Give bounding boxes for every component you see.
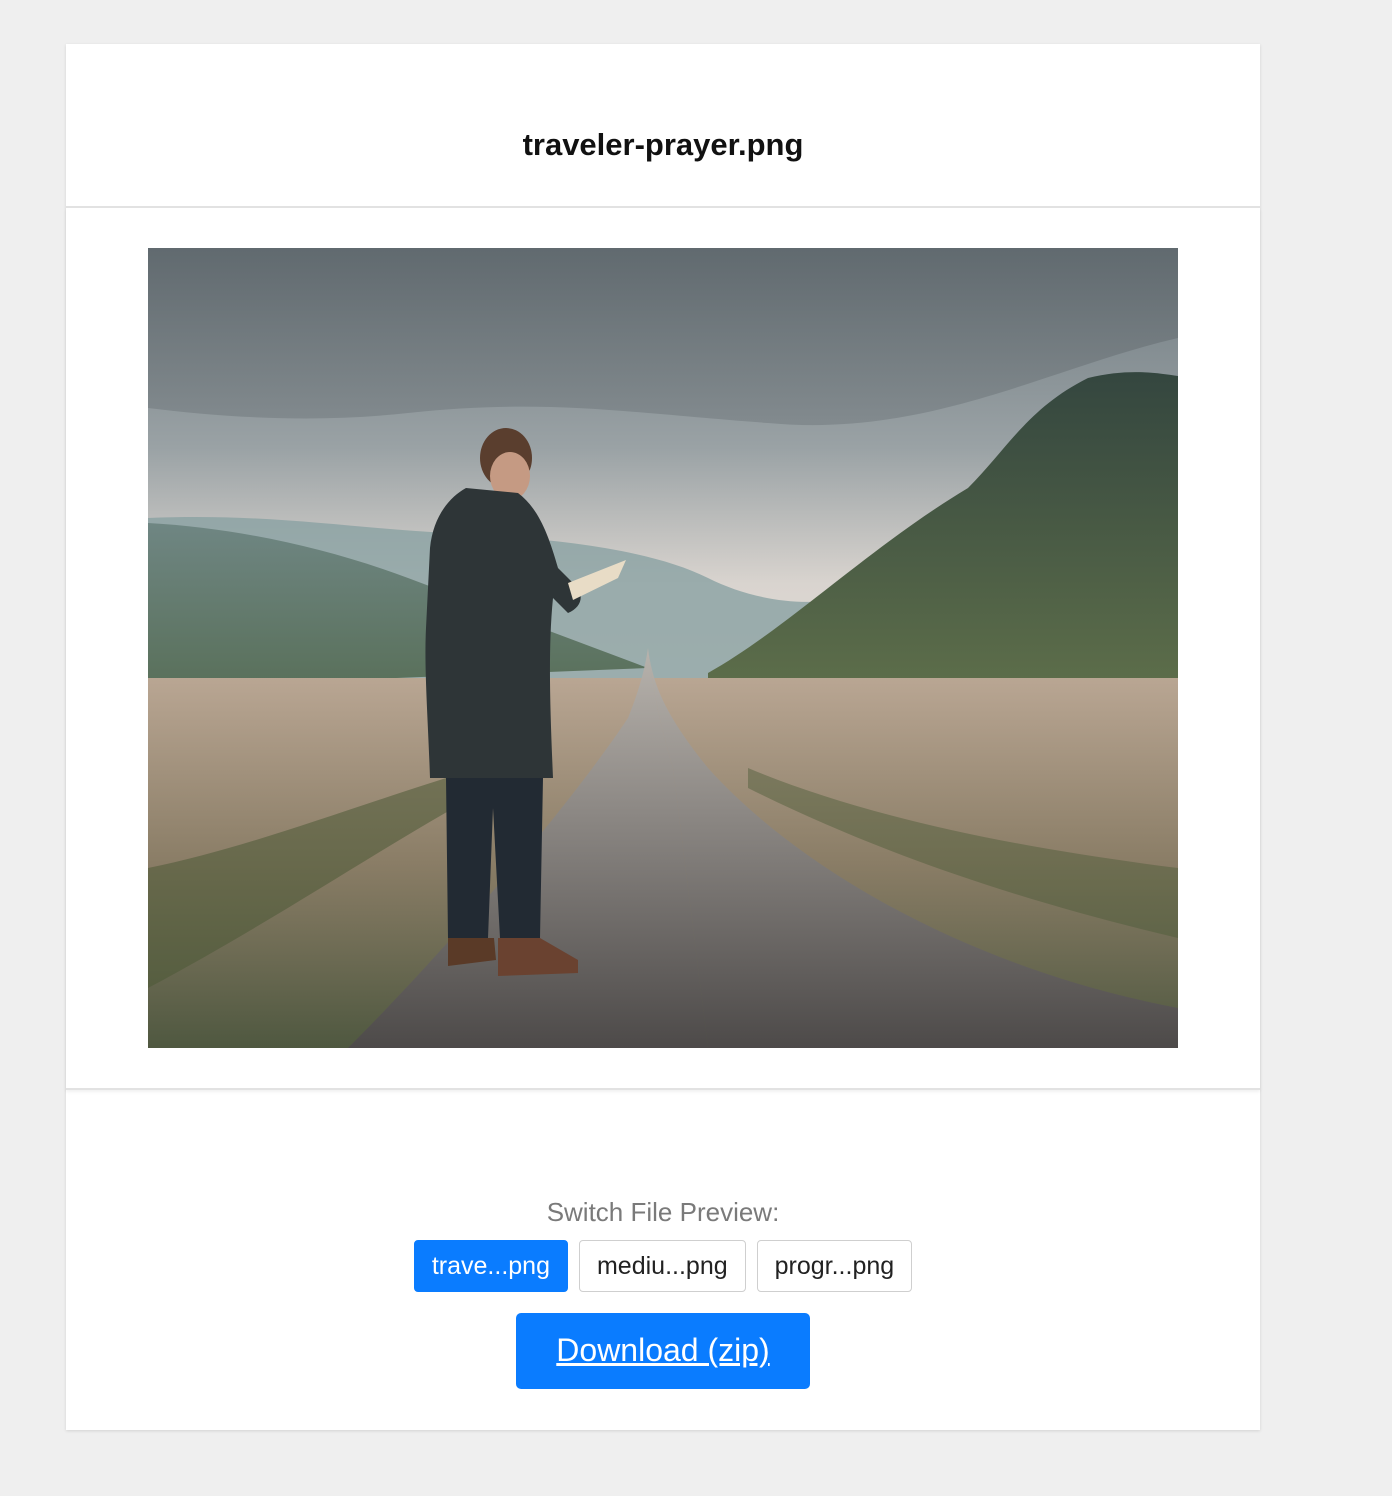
download-zip-button[interactable]: Download (zip): [516, 1313, 810, 1389]
landscape-photo-icon: [148, 248, 1178, 1048]
switch-file-preview: Switch File Preview: trave...png mediu..…: [66, 1194, 1260, 1389]
preview-image: [148, 248, 1178, 1048]
file-tab-progress[interactable]: progr...png: [756, 1240, 913, 1292]
file-tabs: trave...png mediu...png progr...png: [66, 1240, 1260, 1292]
card-header: traveler-prayer.png: [66, 44, 1260, 208]
file-preview-card: traveler-prayer.png Switch File Preview:…: [66, 44, 1260, 1430]
file-title: traveler-prayer.png: [522, 127, 804, 162]
file-tab-medium[interactable]: mediu...png: [578, 1240, 746, 1292]
file-tab-traveler[interactable]: trave...png: [413, 1240, 568, 1292]
switch-file-preview-label: Switch File Preview:: [546, 1197, 780, 1227]
preview-section: [66, 208, 1260, 1090]
